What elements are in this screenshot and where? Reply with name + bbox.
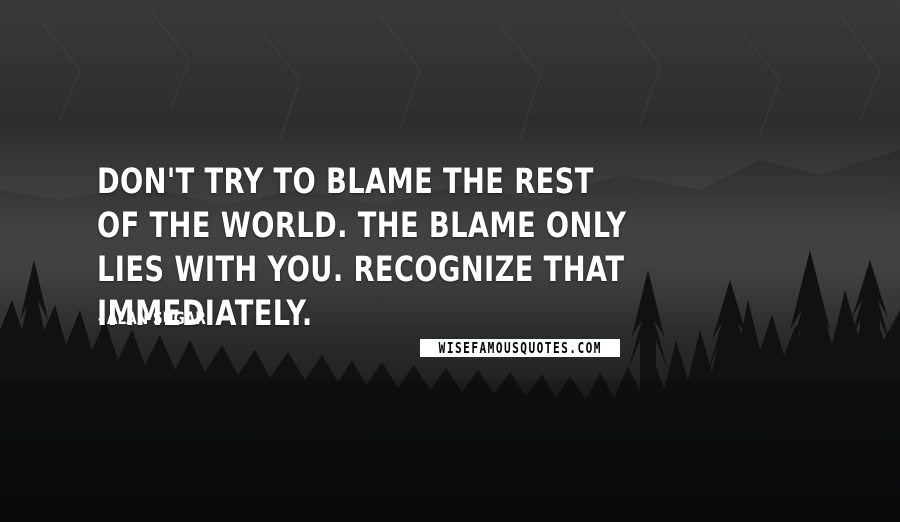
watermark-badge: WISEFAMOUSQUOTES.COM <box>420 339 620 357</box>
author-dash: - <box>98 309 104 329</box>
author-attribution: - ALAN SUGAR <box>98 308 231 330</box>
watermark-text: WISEFAMOUSQUOTES.COM <box>438 339 602 357</box>
author-name: ALAN SUGAR <box>107 309 206 329</box>
bottom-shade <box>0 380 900 522</box>
quote-image: DON'T TRY TO BLAME THE REST OF THE WORLD… <box>0 0 900 522</box>
